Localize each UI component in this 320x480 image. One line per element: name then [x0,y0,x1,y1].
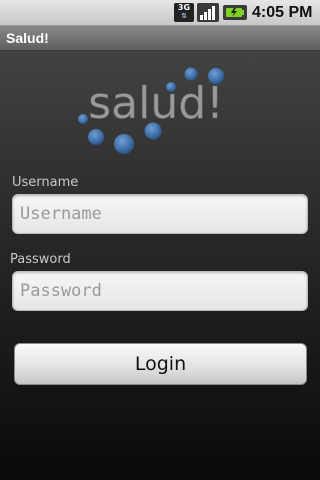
network-3g-icon: 3G ⇅ [174,3,194,22]
signal-strength-icon [197,3,219,22]
logo-wordmark: salud! [88,78,224,129]
battery-charging-icon [223,5,247,20]
username-input[interactable] [12,194,308,234]
status-bar: 3G ⇅ 4:05 PM [0,0,320,26]
salud-logo: salud! [78,67,224,154]
password-input[interactable] [12,271,308,311]
login-screen: 3G ⇅ 4:05 PM Salud! salud! Username User… [0,0,320,480]
title-bar: Salud! [0,26,320,51]
username-label: Username [12,175,79,190]
login-button[interactable]: Login [14,343,307,385]
password-label: Password [10,252,71,267]
network-badge-label: 3G [177,3,191,12]
app-title: Salud! [6,30,49,46]
status-time: 4:05 PM [252,4,313,21]
